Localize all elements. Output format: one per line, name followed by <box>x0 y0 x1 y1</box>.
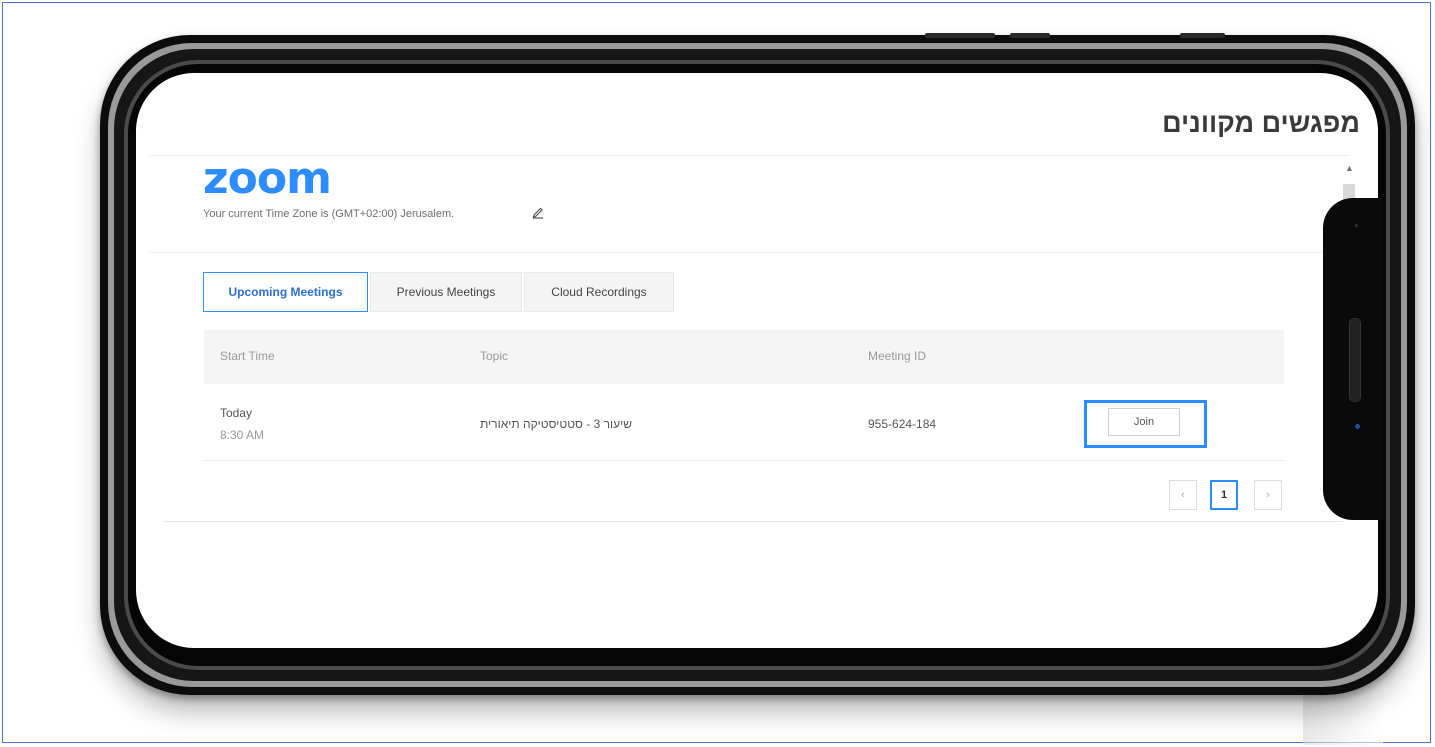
phone-speaker <box>1349 318 1361 402</box>
column-header-start-time: Start Time <box>220 349 275 363</box>
join-button[interactable]: Join <box>1108 408 1180 436</box>
tab-cloud-recordings[interactable]: Cloud Recordings <box>524 272 674 312</box>
meeting-topic[interactable]: שיעור 3 - סטטיסטיקה תיאורית <box>480 417 632 431</box>
meeting-id: 955-624-184 <box>868 417 937 431</box>
panel-footer-divider <box>163 521 1343 522</box>
phone-side-button <box>925 33 995 38</box>
pagination-page-1[interactable]: 1 <box>1210 480 1238 510</box>
zoom-logo: zoom <box>203 153 332 204</box>
pagination-prev-button[interactable]: ‹ <box>1169 480 1197 510</box>
phone-side-button <box>1010 33 1050 38</box>
timezone-text: Your current Time Zone is (GMT+02:00) Je… <box>203 208 455 220</box>
meeting-day: Today <box>220 406 253 420</box>
pagination-next-button[interactable]: › <box>1254 480 1282 510</box>
pencil-edit-icon[interactable] <box>531 205 545 219</box>
meeting-time: 8:30 AM <box>220 428 265 442</box>
column-header-topic: Topic <box>480 349 509 363</box>
table-row-divider <box>204 460 1284 461</box>
table-header <box>204 330 1284 384</box>
phone-side-button <box>1180 33 1225 38</box>
column-header-meeting-id: Meeting ID <box>868 349 927 363</box>
front-camera-icon <box>1355 424 1360 429</box>
notch-sensor <box>1355 224 1358 227</box>
page-title: מפגשים מקוונים <box>1162 108 1360 138</box>
scroll-up-arrow-icon[interactable]: ▲ <box>1345 163 1354 173</box>
header-divider <box>150 252 1348 253</box>
tab-upcoming-meetings[interactable]: Upcoming Meetings <box>203 272 368 312</box>
tab-previous-meetings[interactable]: Previous Meetings <box>370 272 522 312</box>
